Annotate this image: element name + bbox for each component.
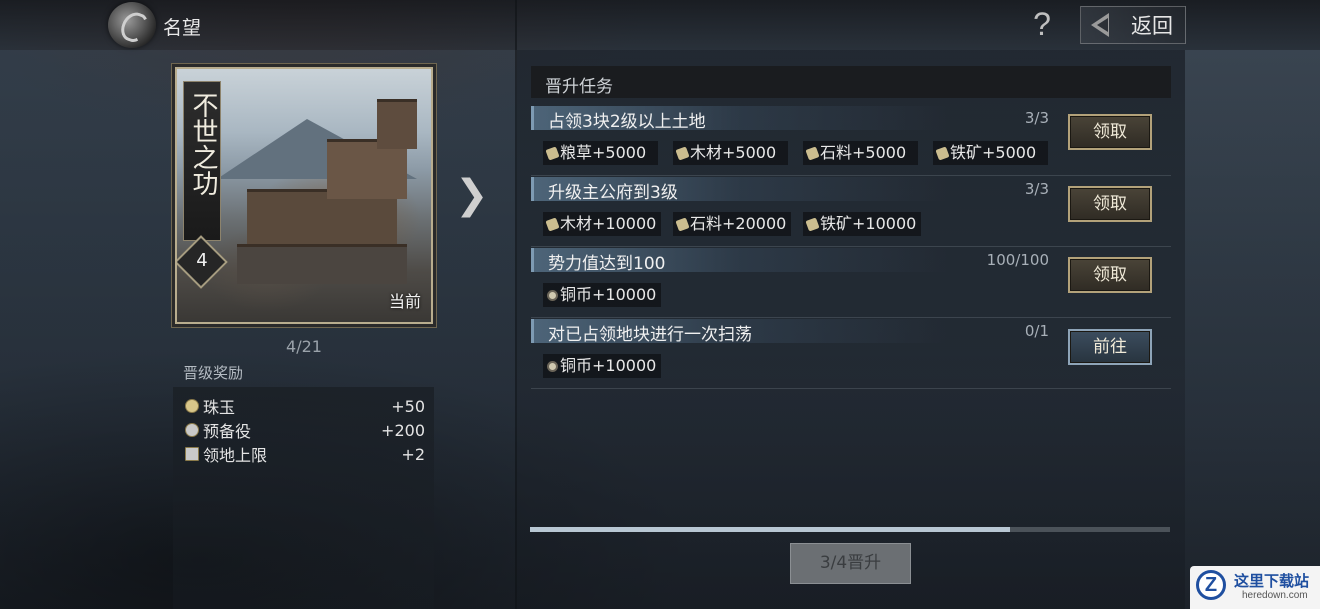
claim-button[interactable]: 领取 bbox=[1068, 186, 1152, 222]
reward-chip: 铁矿+5000 bbox=[933, 141, 1048, 165]
reward-name: 领地上限 bbox=[203, 446, 268, 465]
reward-chip-label: 粮草+5000 bbox=[560, 143, 647, 162]
task-title: 升级主公府到3级 bbox=[548, 183, 678, 203]
watermark-url: heredown.com bbox=[1242, 590, 1308, 601]
next-rank-arrow-icon[interactable]: ❯ bbox=[455, 172, 489, 218]
wood-icon bbox=[675, 146, 690, 161]
reward-name: 珠玉 bbox=[203, 398, 236, 417]
reward-chip: 石料+5000 bbox=[803, 141, 918, 165]
task-header: 占领3块2级以上土地 bbox=[531, 106, 1051, 132]
reward-chip: 铜币+10000 bbox=[543, 283, 661, 307]
card-title: 不世之功 bbox=[188, 92, 218, 196]
rank-card[interactable]: 不世之功 4 当前 bbox=[175, 67, 433, 324]
task-progress: 3/3 bbox=[1024, 180, 1049, 198]
current-tag: 当前 bbox=[388, 292, 421, 311]
territory-icon bbox=[185, 447, 199, 461]
reward-row: 领地上限 +2 bbox=[185, 443, 425, 465]
reward-chip-label: 石料+5000 bbox=[820, 143, 907, 162]
reputation-emblem-icon bbox=[108, 2, 156, 48]
grain-icon bbox=[545, 146, 560, 161]
watermark-badge: Z bbox=[1196, 570, 1226, 600]
reward-chip-label: 木材+5000 bbox=[690, 143, 777, 162]
page-title: 名望 bbox=[163, 17, 202, 39]
reward-chip: 粮草+5000 bbox=[543, 141, 658, 165]
promotion-progress-bar bbox=[530, 527, 1170, 532]
task-row: 占领3块2级以上土地 3/3 粮草+5000 木材+5000 石料+5000 铁… bbox=[531, 106, 1171, 176]
task-title: 势力值达到100 bbox=[548, 254, 666, 274]
watermark-logo: Z 这里下载站 heredown.com bbox=[1190, 566, 1320, 609]
task-header: 势力值达到100 bbox=[531, 248, 1051, 274]
reward-chip: 石料+20000 bbox=[673, 212, 791, 236]
level-number: 4 bbox=[196, 250, 208, 271]
promotion-progress-fill bbox=[530, 527, 1010, 532]
city-building bbox=[237, 244, 407, 284]
back-button-label: 返回 bbox=[1131, 14, 1173, 38]
city-building bbox=[377, 99, 417, 149]
task-header: 升级主公府到3级 bbox=[531, 177, 1051, 203]
reward-value: +2 bbox=[401, 444, 425, 464]
promotion-rewards-label: 晋级奖励 bbox=[183, 364, 244, 382]
go-button[interactable]: 前往 bbox=[1068, 329, 1152, 365]
reward-chip-label: 木材+10000 bbox=[560, 214, 657, 233]
rank-page-counter: 4/21 bbox=[286, 337, 322, 356]
copper-coin-icon bbox=[547, 290, 558, 301]
card-title-band: 不世之功 bbox=[183, 81, 221, 241]
tasks-section-header: 晋升任务 bbox=[531, 66, 1171, 98]
help-button[interactable]: ? bbox=[1026, 4, 1058, 44]
reward-name: 预备役 bbox=[203, 422, 252, 441]
reward-chip: 铜币+10000 bbox=[543, 354, 661, 378]
reward-row: 珠玉 +50 bbox=[185, 395, 425, 417]
copper-coin-icon bbox=[547, 361, 558, 372]
reward-chip: 木材+5000 bbox=[673, 141, 788, 165]
task-row: 升级主公府到3级 3/3 木材+10000 石料+20000 铁矿+10000 … bbox=[531, 177, 1171, 247]
right-edge-strip bbox=[1185, 50, 1320, 609]
claim-button[interactable]: 领取 bbox=[1068, 257, 1152, 293]
reserve-troops-icon bbox=[185, 423, 199, 437]
task-progress: 3/3 bbox=[1024, 109, 1049, 127]
pearl-icon bbox=[185, 399, 199, 413]
reward-chip-label: 铜币+10000 bbox=[560, 356, 657, 375]
task-header: 对已占领地块进行一次扫荡 bbox=[531, 319, 1051, 345]
watermark-name: 这里下载站 bbox=[1234, 572, 1310, 590]
top-bar: 名望 ? 返回 bbox=[0, 0, 1320, 50]
reward-chip: 木材+10000 bbox=[543, 212, 661, 236]
claim-button[interactable]: 领取 bbox=[1068, 114, 1152, 150]
task-progress: 100/100 bbox=[986, 251, 1049, 269]
reward-row: 预备役 +200 bbox=[185, 419, 425, 441]
task-row: 对已占领地块进行一次扫荡 0/1 铜币+10000 前往 bbox=[531, 319, 1171, 389]
tasks-section-title: 晋升任务 bbox=[545, 77, 613, 97]
back-button[interactable]: 返回 bbox=[1080, 6, 1186, 44]
reward-value: +200 bbox=[381, 420, 425, 440]
back-arrow-icon bbox=[1091, 13, 1109, 37]
reward-value: +50 bbox=[391, 396, 425, 416]
promote-button[interactable]: 3/4晋升 bbox=[790, 543, 911, 584]
task-title: 占领3块2级以上土地 bbox=[548, 112, 706, 132]
reward-chip: 铁矿+10000 bbox=[803, 212, 921, 236]
iron-ore-icon bbox=[805, 217, 820, 232]
stone-icon bbox=[805, 146, 820, 161]
reward-chip-label: 铁矿+5000 bbox=[950, 143, 1037, 162]
reward-chip-label: 石料+20000 bbox=[690, 214, 787, 233]
reward-chip-label: 铁矿+10000 bbox=[820, 214, 917, 233]
stone-icon bbox=[675, 217, 690, 232]
reward-chip-label: 铜币+10000 bbox=[560, 285, 657, 304]
promotion-rewards-box: 珠玉 +50 预备役 +200 领地上限 +2 bbox=[173, 387, 434, 609]
task-title: 对已占领地块进行一次扫荡 bbox=[548, 325, 752, 345]
task-progress: 0/1 bbox=[1024, 322, 1049, 340]
iron-ore-icon bbox=[935, 146, 950, 161]
task-row: 势力值达到100 100/100 铜币+10000 领取 bbox=[531, 248, 1171, 318]
wood-icon bbox=[545, 217, 560, 232]
